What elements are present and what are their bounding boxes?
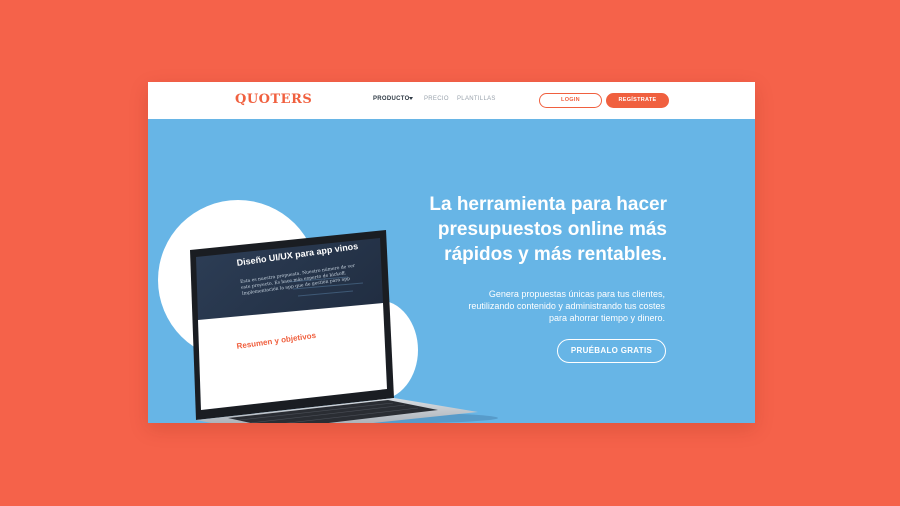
hero-subtitle-line: reutilizando contenido y administrando t… (468, 301, 665, 311)
hero-subtitle-line: Genera propuestas únicas para tus client… (488, 289, 665, 299)
hero-title-line: rápidos y más rentables. (444, 244, 667, 265)
website-frame: QUOTERS PRODUCTO PRECIO PLANTILLAS LOGIN… (148, 82, 755, 423)
hero-subtitle-line: para ahorrar tiempo y dinero. (548, 313, 665, 323)
hero-title: La herramienta para hacer presupuestos o… (367, 192, 667, 267)
nav-plantillas[interactable]: PLANTILLAS (457, 96, 496, 102)
try-free-button[interactable]: PRUÉBALO GRATIS (557, 339, 666, 363)
hero-title-line: presupuestos online más (437, 219, 667, 240)
hero-title-line: La herramienta para hacer (429, 194, 667, 215)
login-button[interactable]: LOGIN (539, 93, 602, 108)
chevron-down-icon[interactable] (409, 97, 413, 100)
register-button[interactable]: REGÍSTRATE (606, 93, 669, 108)
nav-producto[interactable]: PRODUCTO (373, 96, 410, 102)
hero-subtitle: Genera propuestas únicas para tus client… (405, 288, 665, 324)
top-navbar: QUOTERS PRODUCTO PRECIO PLANTILLAS LOGIN… (148, 82, 755, 119)
logo[interactable]: QUOTERS (235, 92, 312, 107)
nav-precio[interactable]: PRECIO (424, 96, 449, 102)
